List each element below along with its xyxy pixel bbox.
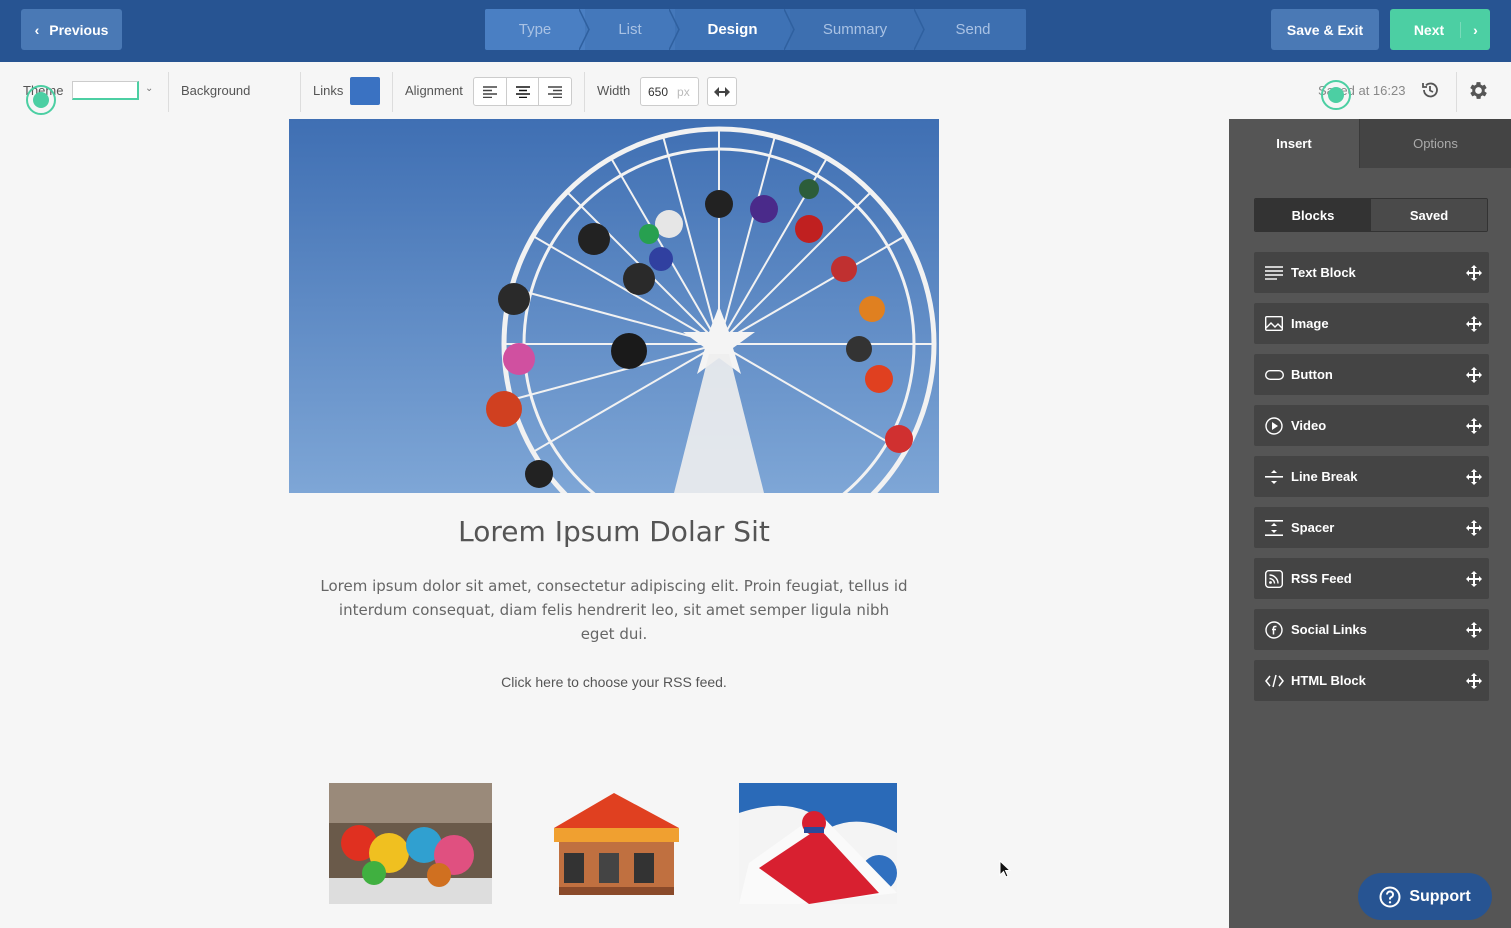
code-icon xyxy=(1264,671,1284,691)
links-color-swatch[interactable] xyxy=(350,77,380,105)
thumbnail-image[interactable] xyxy=(329,783,492,904)
step-type[interactable]: Type xyxy=(485,9,590,50)
alignment-group xyxy=(473,77,572,106)
align-center-button[interactable] xyxy=(507,78,540,105)
subtab-saved[interactable]: Saved xyxy=(1371,199,1487,231)
step-separator-icon xyxy=(669,9,680,50)
links-label: Links xyxy=(313,83,344,98)
tab-insert[interactable]: Insert xyxy=(1229,119,1359,168)
drag-move-icon[interactable] xyxy=(1459,519,1489,536)
step-design[interactable]: Design xyxy=(675,9,795,50)
next-button[interactable]: Next › xyxy=(1390,9,1490,50)
parade-image xyxy=(329,783,492,904)
chevron-left-icon: ‹ xyxy=(34,21,40,38)
chevron-down-icon[interactable]: ⌄ xyxy=(145,83,153,94)
divider xyxy=(300,72,301,112)
block-image[interactable]: Image xyxy=(1254,303,1489,344)
width-label: Width xyxy=(597,83,631,98)
panel-tabs: Insert Options xyxy=(1229,119,1511,168)
step-send[interactable]: Send xyxy=(920,9,1026,50)
email-paragraph[interactable]: Lorem ipsum dolor sit amet, consectetur … xyxy=(320,574,908,646)
block-rss-feed[interactable]: RSS Feed xyxy=(1254,558,1489,599)
line-break-icon xyxy=(1264,467,1284,487)
tour-hotspot[interactable] xyxy=(1321,80,1351,110)
drag-move-icon[interactable] xyxy=(1459,315,1489,332)
previous-button[interactable]: ‹ Previous xyxy=(21,9,122,50)
email-title[interactable]: Lorem Ipsum Dolar Sit xyxy=(289,515,939,548)
divider xyxy=(1456,72,1457,112)
top-bar: ‹ Previous Type List Design Summary Send… xyxy=(0,0,1511,62)
drag-move-icon[interactable] xyxy=(1459,366,1489,383)
step-list[interactable]: List xyxy=(585,9,680,50)
history-icon[interactable] xyxy=(1420,80,1440,100)
chevron-right-icon: › xyxy=(1460,21,1490,38)
design-toolbar: Theme ⌄ Background Links Alignment Width… xyxy=(0,62,1229,119)
align-left-button[interactable] xyxy=(474,78,507,105)
divider xyxy=(392,72,393,112)
rss-icon xyxy=(1264,569,1284,589)
background-label[interactable]: Background xyxy=(181,83,250,98)
divider xyxy=(584,72,585,112)
play-icon xyxy=(1264,416,1284,436)
block-button[interactable]: Button xyxy=(1254,354,1489,395)
facebook-icon xyxy=(1264,620,1284,640)
thumbnail-image[interactable] xyxy=(534,783,695,904)
theme-select[interactable] xyxy=(72,81,139,100)
block-text[interactable]: Text Block xyxy=(1254,252,1489,293)
align-right-button[interactable] xyxy=(539,78,571,105)
carousel-image xyxy=(534,783,695,904)
block-spacer[interactable]: Spacer xyxy=(1254,507,1489,548)
align-right-icon xyxy=(548,85,563,98)
block-video[interactable]: Video xyxy=(1254,405,1489,446)
drag-move-icon[interactable] xyxy=(1459,468,1489,485)
align-center-icon xyxy=(515,85,530,98)
drag-move-icon[interactable] xyxy=(1459,417,1489,434)
align-left-icon xyxy=(482,85,497,98)
funnel-cake-sign-image xyxy=(739,783,897,904)
tab-options[interactable]: Options xyxy=(1359,119,1511,168)
alignment-label: Alignment xyxy=(405,83,463,98)
drag-move-icon[interactable] xyxy=(1459,672,1489,689)
full-width-button[interactable] xyxy=(707,77,737,106)
block-subtabs: Blocks Saved xyxy=(1254,198,1488,232)
block-html[interactable]: HTML Block xyxy=(1254,660,1489,701)
ferris-wheel-image xyxy=(289,119,939,493)
step-separator-icon xyxy=(784,9,795,50)
step-nav: Type List Design Summary Send xyxy=(485,9,1026,50)
tour-hotspot[interactable] xyxy=(26,85,56,115)
thumbnail-image[interactable] xyxy=(739,783,897,904)
drag-move-icon[interactable] xyxy=(1459,570,1489,587)
save-exit-button[interactable]: Save & Exit xyxy=(1271,9,1379,50)
drag-move-icon[interactable] xyxy=(1459,621,1489,638)
drag-move-icon[interactable] xyxy=(1459,264,1489,281)
block-social-links[interactable]: Social Links xyxy=(1254,609,1489,650)
image-icon xyxy=(1264,314,1284,334)
button-icon xyxy=(1264,365,1284,385)
mouse-cursor-icon xyxy=(999,860,1011,878)
support-button[interactable]: Support xyxy=(1358,873,1492,920)
gear-icon[interactable] xyxy=(1467,79,1490,102)
subtab-blocks[interactable]: Blocks xyxy=(1255,199,1371,231)
insert-panel: Insert Options Blocks Saved Text Block I… xyxy=(1229,119,1511,928)
spacer-icon xyxy=(1264,518,1284,538)
width-input[interactable]: 650 px xyxy=(640,77,699,106)
rss-feed-prompt[interactable]: Click here to choose your RSS feed. xyxy=(289,674,939,690)
block-line-break[interactable]: Line Break xyxy=(1254,456,1489,497)
step-separator-icon xyxy=(914,9,925,50)
hero-image[interactable] xyxy=(289,119,939,493)
help-circle-icon xyxy=(1379,886,1401,907)
expand-horizontal-icon xyxy=(714,86,730,97)
divider xyxy=(168,72,169,112)
step-separator-icon xyxy=(579,9,590,50)
text-lines-icon xyxy=(1264,263,1284,283)
step-summary[interactable]: Summary xyxy=(790,9,925,50)
